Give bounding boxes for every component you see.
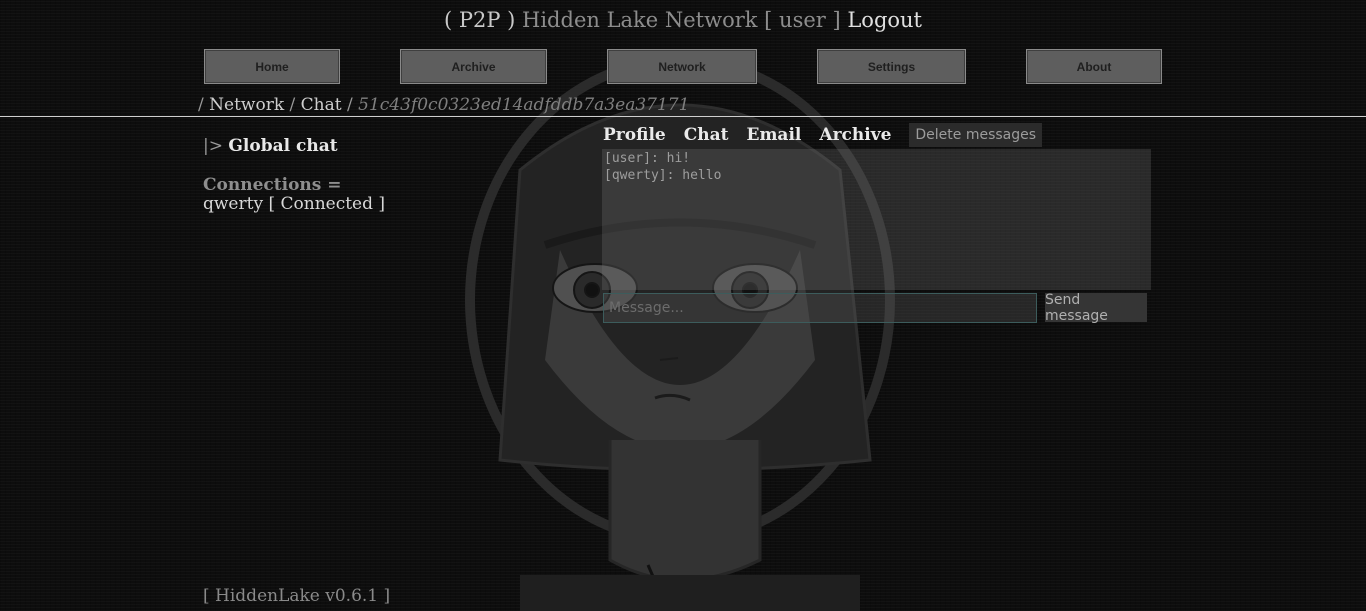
global-chat-heading[interactable]: |> Global chat bbox=[203, 136, 338, 156]
footer-version: [ HiddenLake v0.6.1 ] bbox=[203, 586, 391, 606]
breadcrumb: / Network / Chat / 51c43f0c0323ed14adfdd… bbox=[198, 95, 690, 115]
connection-status: [ Connected ] bbox=[268, 194, 386, 214]
breadcrumb-separator: / bbox=[198, 95, 210, 115]
breadcrumb-chat-id: 51c43f0c0323ed14adfddb7a3ea37171 bbox=[358, 95, 690, 115]
title-close-paren: ) bbox=[500, 8, 523, 32]
header-divider bbox=[0, 116, 1366, 117]
nav-network-button[interactable]: Network bbox=[607, 49, 757, 84]
logout-link[interactable]: Logout bbox=[847, 8, 922, 32]
nav-about-button[interactable]: About bbox=[1026, 49, 1162, 84]
connection-item[interactable]: qwerty [ Connected ] bbox=[203, 194, 385, 214]
tab-email[interactable]: Email bbox=[746, 125, 801, 145]
connection-name: qwerty bbox=[203, 194, 264, 214]
connections-title: Connections = bbox=[203, 175, 342, 195]
message-input[interactable] bbox=[603, 293, 1037, 323]
nav-home-button[interactable]: Home bbox=[204, 49, 340, 84]
tab-chat[interactable]: Chat bbox=[684, 125, 729, 145]
title-p2p: P2P bbox=[458, 8, 501, 32]
breadcrumb-separator: / bbox=[341, 95, 359, 115]
nav-settings-button[interactable]: Settings bbox=[817, 49, 966, 84]
send-message-button[interactable]: Send message bbox=[1045, 292, 1147, 324]
tab-archive[interactable]: Archive bbox=[819, 125, 891, 145]
breadcrumb-network-link[interactable]: Network bbox=[209, 95, 284, 115]
title-network-name: Hidden Lake Network bbox=[522, 8, 758, 32]
title-open-paren: ( bbox=[443, 8, 459, 32]
app-title: ( P2P ) Hidden Lake Network [ user ] Log… bbox=[0, 8, 1366, 32]
chat-message: [user]: hi! bbox=[604, 151, 691, 166]
breadcrumb-separator: / bbox=[284, 95, 301, 115]
arrow-indicator: |> bbox=[203, 136, 223, 156]
delete-messages-button[interactable]: Delete messages bbox=[909, 123, 1043, 147]
title-user: [ user ] bbox=[757, 8, 848, 32]
breadcrumb-chat-link[interactable]: Chat bbox=[301, 95, 342, 115]
chat-tabs: Profile Chat Email Archive Delete messag… bbox=[603, 121, 1043, 149]
chat-messages-box[interactable]: [user]: hi! [qwerty]: hello bbox=[602, 149, 1151, 290]
tab-profile[interactable]: Profile bbox=[603, 125, 666, 145]
chat-message: [qwerty]: hello bbox=[604, 168, 722, 183]
global-chat-label: Global chat bbox=[228, 136, 338, 156]
nav-archive-button[interactable]: Archive bbox=[400, 49, 547, 84]
